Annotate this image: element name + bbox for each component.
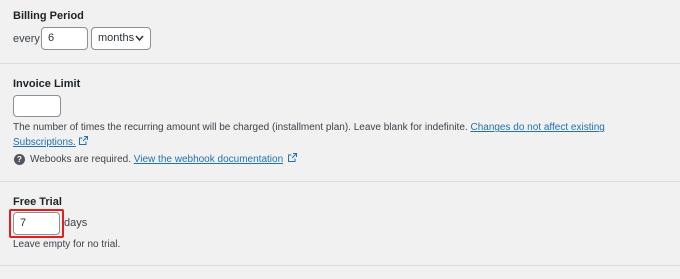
webhook-docs-link[interactable]: View the webhook documentation [134, 154, 283, 165]
changes-link-line1[interactable]: Changes do not affect existing [470, 122, 604, 133]
free-trial-hint: Leave empty for no trial. [13, 239, 121, 250]
webhook-required-text: Webooks are required. [30, 154, 131, 165]
question-icon: ? [14, 154, 25, 165]
section-divider [0, 181, 680, 182]
invoice-limit-label: Invoice Limit [13, 78, 81, 90]
invoice-limit-description-line2: Subscriptions. [13, 136, 88, 148]
section-divider [0, 265, 680, 266]
billing-unit-value: months [98, 32, 135, 44]
external-link-icon [78, 136, 88, 147]
free-trial-input[interactable]: 7 [13, 212, 60, 235]
invoice-limit-input[interactable] [13, 95, 61, 117]
free-trial-unit: days [64, 217, 88, 229]
billing-interval-input[interactable]: 6 [41, 27, 88, 50]
invoice-limit-help-text: The number of times the recurring amount… [13, 122, 468, 133]
webhook-notice: Webooks are required. View the webhook d… [30, 153, 298, 165]
billing-period-label: Billing Period [13, 10, 84, 22]
section-divider [0, 63, 680, 64]
changes-link-line2[interactable]: Subscriptions. [13, 137, 76, 148]
free-trial-label: Free Trial [13, 196, 62, 208]
every-label: every [13, 33, 40, 45]
external-link-icon [288, 153, 298, 164]
invoice-limit-description: The number of times the recurring amount… [13, 122, 605, 133]
chevron-down-icon [135, 28, 144, 57]
billing-unit-select[interactable]: months [91, 27, 151, 50]
